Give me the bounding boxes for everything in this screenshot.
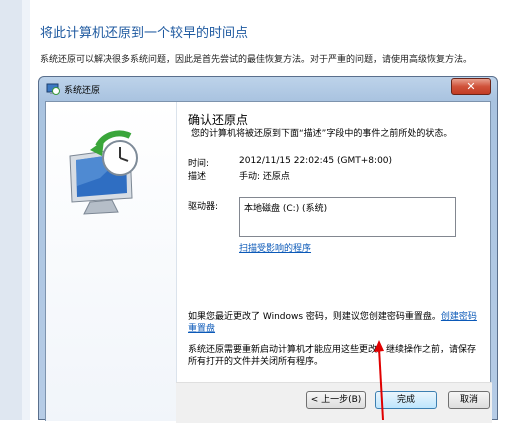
computer-restore-icon [69,130,138,215]
left-strip [0,0,22,420]
password-note-text: 如果您最近更改了 Windows 密码，则建议您创建密码重置盘。 [188,312,441,322]
page-heading: 将此计算机还原到一个较早的时间点 [40,26,249,41]
system-restore-dialog: 系统还原 ✕ 确认还原点 您的计算机将被还原到下面“描述”字段中的事件之前所处的… [38,76,498,423]
confirm-description: 您的计算机将被还原到下面“描述”字段中的事件之前所处的状态。 [191,129,453,139]
button-bar: < 上一步(B) 完成 取消 [176,382,492,423]
finish-button[interactable]: 完成 [375,391,437,409]
system-restore-icon [46,83,60,95]
confirm-title: 确认还原点 [188,113,249,127]
drive-list[interactable]: 本地磁盘 (C:) (系统) [239,197,456,237]
description-label: 描述 [188,172,207,182]
page-intro: 系统还原可以解决很多系统问题，因此是首先尝试的最佳恢复方法。对于严重的问题，请使… [40,55,473,65]
drive-list-item[interactable]: 本地磁盘 (C:) (系统) [244,204,327,214]
drive-label: 驱动器: [188,202,219,212]
dialog-client: 确认还原点 您的计算机将被还原到下面“描述”字段中的事件之前所处的状态。 时间:… [45,101,492,423]
dialog-title: 系统还原 [64,86,101,96]
cancel-button[interactable]: 取消 [448,391,490,409]
restart-note: 系统还原需要重新启动计算机才能应用这些更改。继续操作之前，请保存所有打开的文件并… [188,345,477,367]
description-value: 手动: 还原点 [239,172,290,182]
dialog-titlebar[interactable]: 系统还原 ✕ [39,77,497,101]
scan-affected-programs-link[interactable]: 扫描受影响的程序 [239,241,311,254]
content-area: 确认还原点 您的计算机将被还原到下面“描述”字段中的事件之前所处的状态。 时间:… [188,102,484,421]
back-button[interactable]: < 上一步(B) [306,391,366,409]
time-label: 时间: [188,159,210,169]
time-value: 2012/11/15 22:02:45 (GMT+8:00) [239,156,393,166]
side-panel [46,102,177,421]
password-note: 如果您最近更改了 Windows 密码，则建议您创建密码重置盘。创建密码重置盘 [188,311,484,335]
left-strip-inner [22,0,30,420]
close-button[interactable]: ✕ [451,78,491,95]
